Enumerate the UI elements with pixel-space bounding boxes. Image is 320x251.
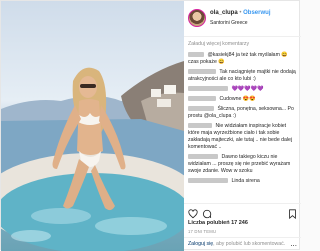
comment-text: Linda sirena — [231, 178, 260, 184]
bookmark-icon[interactable] — [288, 206, 297, 224]
hidden-username — [188, 178, 228, 184]
comment: Cudowne 😍😍 — [188, 96, 298, 103]
post-actions — [184, 203, 301, 220]
separator: • — [239, 10, 242, 16]
comment: Nie widziałam inspiracje kobiet które ma… — [188, 123, 298, 151]
comment: Dawno takiego kiczu nie widziałam ... pr… — [188, 154, 298, 175]
login-prompt: Zaloguj się, aby polubić lub skomentować… — [188, 241, 285, 247]
hidden-username — [188, 69, 216, 75]
login-prompt-text: , aby polubić lub skomentować. — [213, 241, 286, 247]
comment-box: Zaloguj się, aby polubić lub skomentować… — [184, 237, 301, 251]
comment: @kasiekj84 ja też tak myślałam 😄 czas po… — [188, 52, 298, 66]
comment-text: Cudowne 😍😍 — [219, 96, 256, 102]
username-line: ola_clupa • Obserwuj — [210, 10, 270, 16]
hidden-username — [188, 154, 218, 160]
post-panel: ola_clupa • Obserwuj Santorini Greece Za… — [184, 1, 301, 251]
follow-button[interactable]: Obserwuj — [243, 10, 270, 16]
avatar[interactable] — [188, 9, 206, 27]
comment-text: 💜💜💜💜💜 — [231, 86, 264, 92]
comment: 💜💜💜💜💜 — [188, 86, 298, 93]
hidden-username — [188, 123, 212, 129]
comment: Tak naciągnięte majtki nie dodają atrakc… — [188, 69, 298, 83]
post-photo[interactable] — [1, 1, 184, 251]
username[interactable]: ola_clupa — [210, 10, 238, 16]
likes-count[interactable]: Liczba polubień 17 246 — [188, 220, 248, 226]
post-header: ola_clupa • Obserwuj Santorini Greece — [184, 1, 301, 37]
hidden-username — [188, 86, 228, 92]
comment: Śliczna, ponętna, seksowna... Po prostu … — [188, 106, 298, 120]
post-time: 17 DNI TEMU — [188, 229, 217, 234]
hidden-username — [188, 52, 204, 58]
login-link[interactable]: Zaloguj się — [188, 241, 213, 247]
more-icon[interactable]: ... — [290, 239, 297, 248]
load-more-comments[interactable]: Załaduj więcej komentarzy — [188, 41, 298, 48]
comment: Linda sirena — [188, 178, 298, 185]
hidden-username — [188, 96, 216, 102]
location-link[interactable]: Santorini Greece — [210, 20, 248, 26]
comments-list: Załaduj więcej komentarzy @kasiekj84 ja … — [188, 41, 298, 188]
hidden-username — [188, 106, 214, 112]
instagram-post: ola_clupa • Obserwuj Santorini Greece Za… — [0, 0, 301, 251]
